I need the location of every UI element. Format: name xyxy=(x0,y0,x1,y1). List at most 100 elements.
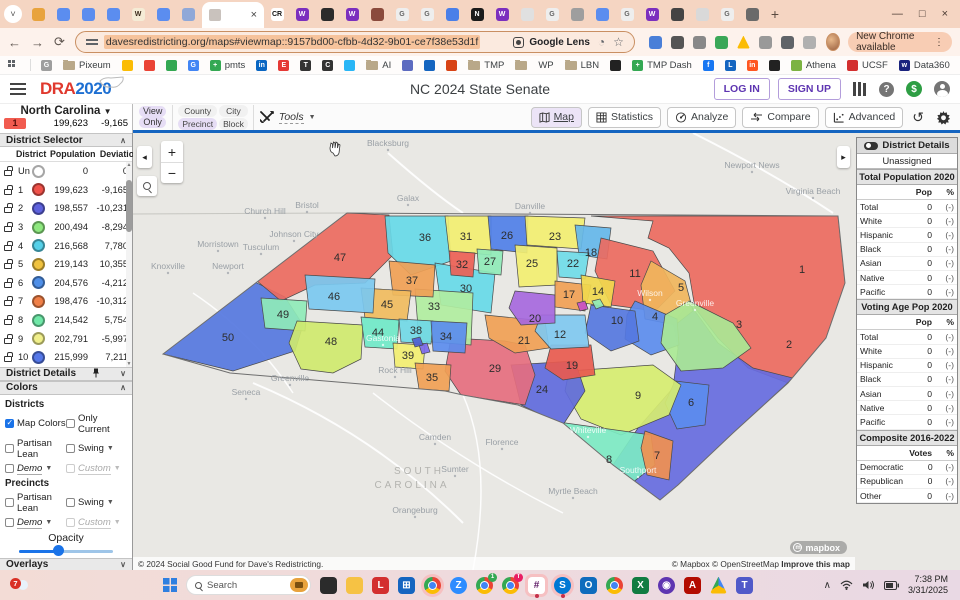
map-tab-button[interactable]: Map xyxy=(531,107,582,128)
clock[interactable]: 7:38 PM 3/31/2025 xyxy=(908,574,948,596)
taskbar-app-chrome2[interactable] xyxy=(606,577,623,594)
districts-demo-dropdown[interactable]: Demo▼ xyxy=(5,463,66,475)
zoom-in-button[interactable]: + xyxy=(161,142,183,163)
forward-button[interactable]: → xyxy=(31,35,44,50)
district-row-10[interactable]: 10215,9997,211 xyxy=(0,348,132,367)
unlock-icon[interactable] xyxy=(4,300,12,306)
scrollbar[interactable]: ▲ ▼ xyxy=(126,162,132,367)
donate-icon[interactable]: $ xyxy=(906,81,922,97)
state-selector[interactable]: North Carolina ▼ xyxy=(4,105,128,117)
taskbar-app-zoom[interactable]: Z xyxy=(450,577,467,594)
bookmark-ai[interactable]: AI xyxy=(366,60,391,71)
browser-tab[interactable]: W xyxy=(290,3,314,25)
district-color-swatch[interactable] xyxy=(32,258,45,271)
scroll-down-icon[interactable]: ▼ xyxy=(126,361,132,367)
bookmark-item[interactable] xyxy=(144,60,155,71)
browser-tab[interactable]: W xyxy=(490,3,514,25)
unlock-icon[interactable] xyxy=(4,338,12,344)
district-color-swatch[interactable] xyxy=(32,276,45,289)
tab-close-icon[interactable]: × xyxy=(251,9,257,21)
bookmark-item[interactable]: f xyxy=(703,60,714,71)
bookmark-tmp[interactable]: TMP xyxy=(468,60,504,71)
taskbar-app-excel[interactable]: X xyxy=(632,577,649,594)
mapbox-logo[interactable]: mmapbox xyxy=(790,541,847,554)
expand-chevron-icon[interactable]: ∨ xyxy=(120,560,126,569)
bookmark-item[interactable]: in xyxy=(747,60,758,71)
unlock-icon[interactable] xyxy=(4,263,12,269)
bookmark-pixeum[interactable]: Pixeum xyxy=(63,60,111,71)
browser-tab[interactable]: G xyxy=(415,3,439,25)
page-speed-icon[interactable]: ◔ xyxy=(598,35,605,49)
maximize-icon[interactable]: □ xyxy=(919,8,926,20)
browser-tab[interactable] xyxy=(440,3,464,25)
bookmark-tmp-dash[interactable]: +TMP Dash xyxy=(632,60,692,71)
browser-tab[interactable] xyxy=(590,3,614,25)
block-button[interactable]: Block xyxy=(219,118,248,130)
address-bar[interactable]: davesredistricting.org/maps#viewmap::915… xyxy=(75,31,635,53)
districts-swing-dropdown[interactable]: Swing▼ xyxy=(66,438,127,460)
extension-icon[interactable] xyxy=(649,36,662,49)
precincts-partisan-lean-checkbox[interactable]: Partisan Lean xyxy=(5,492,66,514)
bookmark-item[interactable] xyxy=(424,60,435,71)
url-text[interactable]: davesredistricting.org/maps#viewmap::915… xyxy=(104,35,480,49)
settings-gear-icon[interactable] xyxy=(936,110,951,125)
extension-icon[interactable] xyxy=(781,36,794,49)
zoom-control[interactable]: + − xyxy=(161,141,183,183)
bookmark-item[interactable]: G xyxy=(41,60,52,71)
bookmark-lbn[interactable]: LBN xyxy=(565,60,599,71)
scroll-up-icon[interactable]: ▲ xyxy=(126,162,132,168)
district-color-swatch[interactable] xyxy=(32,165,45,178)
taskbar-app-microsoft-store[interactable]: ⊞ xyxy=(398,577,415,594)
statistics-tab-button[interactable]: Statistics xyxy=(588,107,661,128)
opacity-slider[interactable] xyxy=(19,544,113,558)
taskbar-search[interactable]: Search xyxy=(186,575,311,595)
advanced-tab-button[interactable]: Advanced xyxy=(825,107,904,128)
bookmark-item[interactable] xyxy=(122,60,133,71)
bookmark-item[interactable]: in xyxy=(256,60,267,71)
districts-map[interactable]: 1250473631262318252211541036987241929211… xyxy=(133,133,855,570)
taskbar-app-chrome-profile-1[interactable]: 1 xyxy=(476,577,493,594)
site-settings-icon[interactable] xyxy=(86,37,98,47)
district-row-8[interactable]: 8214,5425,754 xyxy=(0,311,132,330)
login-button[interactable]: LOG IN xyxy=(714,78,770,100)
toggle-icon[interactable] xyxy=(864,142,878,150)
bookmark-item[interactable]: L xyxy=(725,60,736,71)
unlock-icon[interactable] xyxy=(4,226,12,232)
district-color-swatch[interactable] xyxy=(32,202,45,215)
active-tab[interactable]: × xyxy=(202,2,264,28)
bookmark-ucsf[interactable]: UCSF xyxy=(847,60,888,71)
taskbar-app-teams[interactable]: T xyxy=(736,577,753,594)
history-icon[interactable]: ↺ xyxy=(912,109,924,126)
unlock-icon[interactable] xyxy=(4,207,12,213)
taskbar-app-lastpass[interactable]: L xyxy=(372,577,389,594)
bookmark-item[interactable] xyxy=(515,61,527,70)
district-row-1[interactable]: 1199,623-9,165 xyxy=(0,181,132,200)
browser-tab[interactable]: G xyxy=(615,3,639,25)
taskbar-app-task-view[interactable] xyxy=(320,577,337,594)
bookmark-item[interactable] xyxy=(344,60,355,71)
new-tab-button[interactable]: + xyxy=(765,4,785,24)
browser-tab[interactable]: G xyxy=(715,3,739,25)
district-color-swatch[interactable] xyxy=(32,221,45,234)
browser-tab[interactable]: CR xyxy=(265,3,289,25)
colors-header[interactable]: Colors ∧ xyxy=(0,381,132,395)
extension-icon[interactable] xyxy=(803,36,816,49)
precinct-button[interactable]: Precinct xyxy=(178,118,217,130)
browser-tab[interactable]: N xyxy=(465,3,489,25)
active-district-row[interactable]: 1 199,623 -9,165 xyxy=(4,118,128,129)
zoom-out-minus-button[interactable]: − xyxy=(161,163,183,183)
bookmark-item[interactable]: C xyxy=(322,60,333,71)
bookmark-athena[interactable]: Athena xyxy=(791,60,836,71)
district-row-7[interactable]: 7198,476-10,312 xyxy=(0,292,132,311)
districts-partisan-lean-checkbox[interactable]: Partisan Lean xyxy=(5,438,66,460)
district-color-swatch[interactable] xyxy=(32,183,45,196)
browser-tab[interactable] xyxy=(76,3,100,25)
browser-tab[interactable] xyxy=(151,3,175,25)
speaker-icon[interactable] xyxy=(862,580,875,590)
bookmark-item[interactable] xyxy=(402,60,413,71)
browser-tab[interactable] xyxy=(51,3,75,25)
map-canvas[interactable]: 1250473631262318252211541036987241929211… xyxy=(133,133,855,570)
extension-icon[interactable] xyxy=(737,36,750,49)
unlock-icon[interactable] xyxy=(4,356,12,362)
district-row-9[interactable]: 9202,791-5,997 xyxy=(0,329,132,348)
